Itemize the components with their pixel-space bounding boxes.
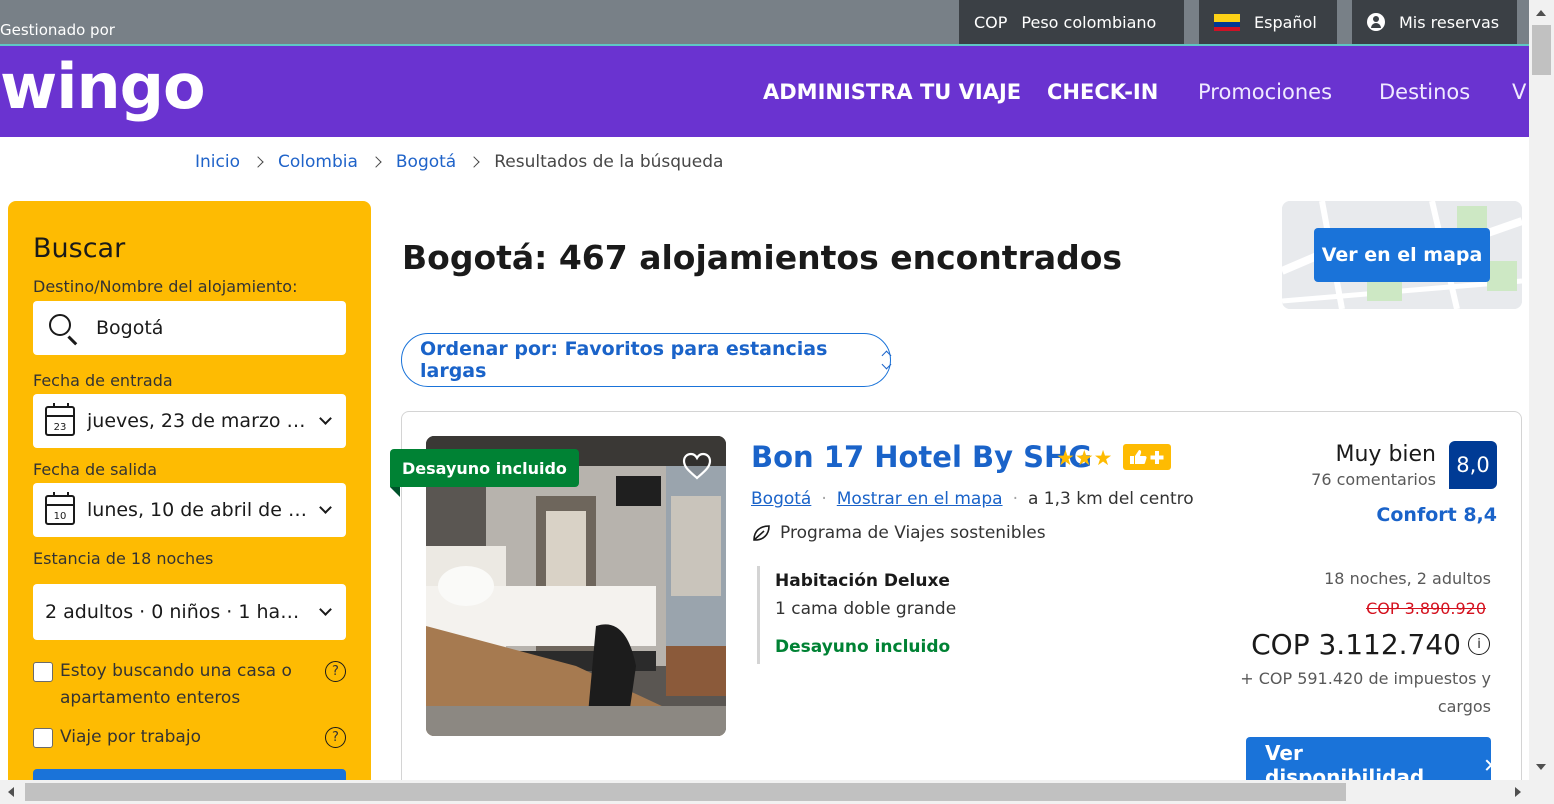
currency-selector[interactable]: COP Peso colombiano xyxy=(959,0,1184,44)
sustainability-badge[interactable]: Programa de Viajes sostenibles xyxy=(751,523,1046,543)
sort-arrows-icon xyxy=(881,350,892,370)
nav-check-in[interactable]: CHECK-IN xyxy=(1047,46,1158,137)
guests-value: 2 adultos · 0 niños · 1 habitación xyxy=(45,601,311,623)
room-type: Habitación Deluxe xyxy=(775,571,950,591)
wingo-logo[interactable]: wingo xyxy=(0,56,206,118)
map-preview[interactable]: Ver en el mapa xyxy=(1282,201,1522,309)
property-name-link[interactable]: Bon 17 Hotel By SHG xyxy=(751,440,1092,474)
vertical-scrollbar[interactable] xyxy=(1529,0,1554,780)
checkin-label: Fecha de entrada xyxy=(33,371,173,390)
badge-ribbon-fold xyxy=(390,487,400,497)
help-icon[interactable]: ? xyxy=(325,727,346,748)
checkout-value: lunes, 10 de abril de 2023 xyxy=(87,499,311,521)
breadcrumb-city[interactable]: Bogotá xyxy=(396,152,456,172)
checkin-value: jueves, 23 de marzo de 2023 xyxy=(87,410,311,432)
favorite-heart-icon[interactable] xyxy=(681,450,713,482)
star-rating-icon: ★★★ xyxy=(1056,446,1113,470)
show-on-map-link[interactable]: Mostrar en el mapa xyxy=(837,489,1003,509)
top-utility-bar: Gestionado por COP Peso colombiano Españ… xyxy=(0,0,1529,46)
sort-label: Ordenar por: Favoritos para estancias la… xyxy=(420,338,828,382)
chevron-right-icon xyxy=(468,156,480,168)
currency-name: Peso colombiano xyxy=(1021,12,1157,32)
nav-more[interactable]: V xyxy=(1512,46,1526,137)
destination-value: Bogotá xyxy=(96,317,164,339)
managed-by-text: Gestionado por xyxy=(0,21,115,39)
scroll-up-arrow-icon[interactable] xyxy=(1536,10,1546,16)
scroll-right-arrow-icon[interactable] xyxy=(1515,787,1521,797)
review-score-word: Muy bien xyxy=(1335,442,1437,467)
separator-dot: · xyxy=(821,489,827,509)
breadcrumb-current: Resultados de la búsqueda xyxy=(494,152,724,172)
colombia-flag-icon xyxy=(1214,13,1240,31)
whole-place-checkbox[interactable] xyxy=(33,662,53,682)
search-panel: Buscar Destino/Nombre del alojamiento: B… xyxy=(8,201,371,791)
currency-code: COP xyxy=(974,12,1008,32)
breadcrumb-country[interactable]: Colombia xyxy=(278,152,358,172)
destination-input[interactable]: Bogotá xyxy=(33,301,346,355)
guests-selector[interactable]: 2 adultos · 0 niños · 1 habitación xyxy=(33,584,346,640)
room-details: Habitación Deluxe 1 cama doble grande De… xyxy=(757,566,1087,664)
nav-manage-trip[interactable]: ADMINISTRA TU VIAJE xyxy=(763,46,1021,137)
sort-dropdown[interactable]: Ordenar por: Favoritos para estancias la… xyxy=(401,333,892,387)
current-price: COP 3.112.740 xyxy=(1251,628,1461,661)
breadcrumb-home[interactable]: Inicio xyxy=(195,152,240,172)
property-location: Bogotá · Mostrar en el mapa · a 1,3 km d… xyxy=(751,489,1194,509)
chevron-down-icon xyxy=(319,412,332,425)
work-trip-label: Viaje por trabajo xyxy=(60,727,201,747)
calendar-icon: 23 xyxy=(45,403,75,436)
breadcrumb: Inicio Colombia Bogotá Resultados de la … xyxy=(195,152,723,172)
chevron-right-icon xyxy=(370,156,382,168)
scroll-down-arrow-icon[interactable] xyxy=(1536,764,1546,770)
sustainability-label: Programa de Viajes sostenibles xyxy=(780,523,1046,543)
destination-label: Destino/Nombre del alojamiento: xyxy=(33,277,298,296)
city-link[interactable]: Bogotá xyxy=(751,489,811,509)
original-price: COP 3.890.920 xyxy=(1366,599,1486,618)
results-title: Bogotá: 467 alojamientos encontrados xyxy=(402,238,1123,277)
checkin-date-picker[interactable]: 23 jueves, 23 de marzo de 2023 xyxy=(33,394,346,448)
language-label: Español xyxy=(1254,12,1317,32)
nav-destinations[interactable]: Destinos xyxy=(1379,46,1470,137)
review-count[interactable]: 76 comentarios xyxy=(1276,470,1436,489)
work-trip-checkbox[interactable] xyxy=(33,728,53,748)
separator-dot: · xyxy=(1012,489,1018,509)
search-icon xyxy=(49,314,71,336)
help-icon[interactable]: ? xyxy=(325,661,346,682)
chevron-down-icon xyxy=(319,603,332,616)
site-header: wingo ADMINISTRA TU VIAJE CHECK-IN Promo… xyxy=(0,46,1529,137)
thumbs-up-plus-icon xyxy=(1130,450,1164,464)
horizontal-scroll-thumb[interactable] xyxy=(25,783,1346,801)
language-selector[interactable]: Español xyxy=(1199,0,1337,44)
checkout-date-picker[interactable]: 10 lunes, 10 de abril de 2023 xyxy=(33,483,346,537)
my-reservations-label: Mis reservas xyxy=(1399,12,1500,32)
breakfast-included-text: Desayuno incluido xyxy=(775,637,951,657)
scroll-left-arrow-icon[interactable] xyxy=(8,787,14,797)
calendar-icon: 10 xyxy=(45,492,75,525)
comfort-score: Confort 8,4 xyxy=(1376,504,1497,526)
distance-text: a 1,3 km del centro xyxy=(1027,489,1194,509)
preferred-plus-icon xyxy=(1123,444,1171,470)
view-map-button[interactable]: Ver en el mapa xyxy=(1314,228,1490,282)
nav-promotions[interactable]: Promociones xyxy=(1198,46,1332,137)
leaf-icon xyxy=(753,525,770,541)
breakfast-included-badge: Desayuno incluido xyxy=(390,449,579,487)
stay-length-label: Estancia de 18 noches xyxy=(33,549,214,568)
checkout-label: Fecha de salida xyxy=(33,460,158,479)
user-icon xyxy=(1367,13,1385,31)
review-score-badge[interactable]: 8,0 xyxy=(1449,441,1497,489)
whole-place-label: Estoy buscando una casa o apartamento en… xyxy=(60,661,292,708)
my-reservations-button[interactable]: Mis reservas xyxy=(1352,0,1517,44)
whole-place-option: Estoy buscando una casa o apartamento en… xyxy=(33,658,346,712)
work-trip-option: Viaje por trabajo ? xyxy=(33,724,346,751)
chevron-down-icon xyxy=(319,501,332,514)
bed-type: 1 cama doble grande xyxy=(775,599,957,619)
vertical-scroll-thumb[interactable] xyxy=(1532,25,1551,75)
stay-summary: 18 noches, 2 adultos xyxy=(1324,569,1491,588)
info-icon[interactable]: i xyxy=(1468,633,1490,655)
search-title: Buscar xyxy=(33,233,126,264)
taxes-and-fees: + COP 591.420 de impuestos y cargos xyxy=(1240,669,1491,716)
chevron-right-icon xyxy=(252,156,264,168)
